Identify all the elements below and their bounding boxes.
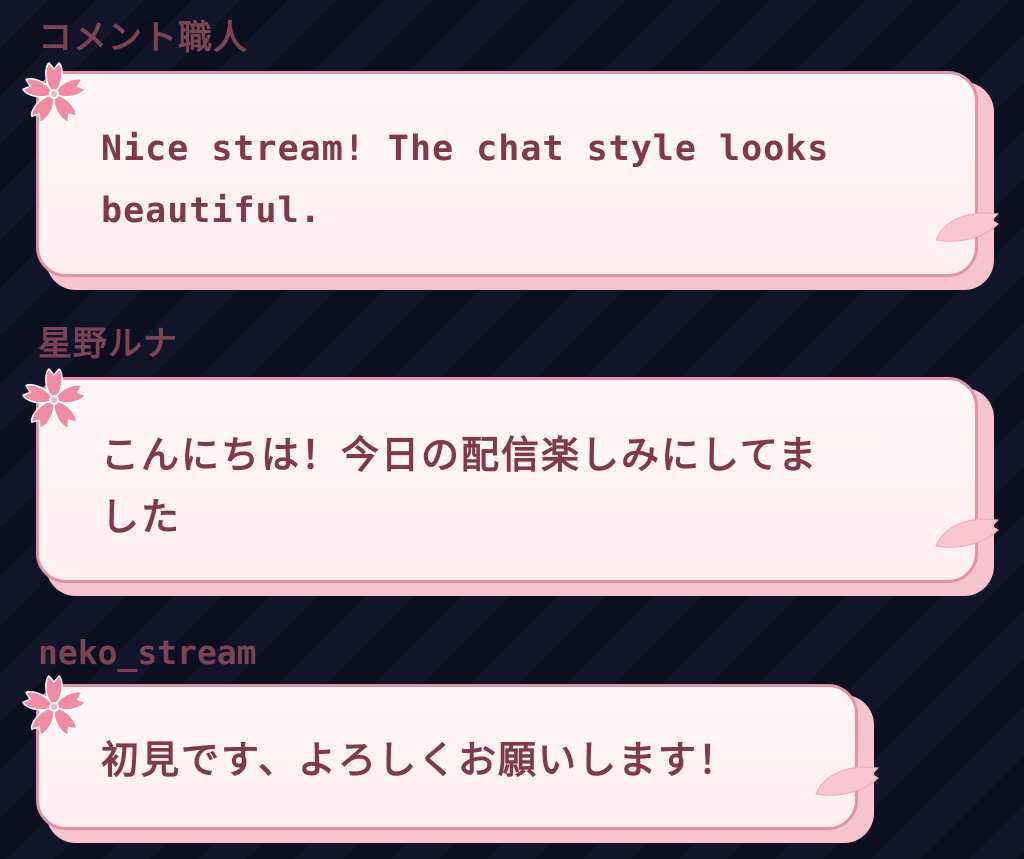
- message-bubble: 初見です、よろしくお願いします！: [36, 684, 858, 830]
- message-author: 星野ルナ: [38, 324, 178, 364]
- message-text-line: した: [101, 495, 182, 539]
- message-text-line: 初見です、よろしくお願いします！: [101, 738, 738, 782]
- message-author: コメント職人: [38, 18, 248, 58]
- message-author: neko_stream: [38, 633, 257, 672]
- chat-list: コメント職人 Nice stream! The chat style looks…: [0, 0, 1024, 859]
- message-text-line: こんにちは！今日の配信楽しみにしてま: [101, 433, 818, 477]
- cherry-blossom-icon: [22, 367, 86, 429]
- sakura-petal-icon: [935, 518, 1000, 548]
- cherry-blossom-icon: [22, 674, 86, 736]
- message-text: 初見です、よろしくお願いします！: [101, 729, 738, 791]
- message-text-line: Nice stream! The chat style looks: [101, 129, 830, 169]
- message-bubble: Nice stream! The chat style looks beauti…: [36, 71, 978, 277]
- message-text-line: beautiful.: [101, 191, 322, 231]
- message-text: こんにちは！今日の配信楽しみにしてま した: [101, 424, 818, 548]
- sakura-petal-icon: [815, 766, 880, 796]
- message-text: Nice stream! The chat style looks beauti…: [101, 118, 829, 242]
- cherry-blossom-icon: [22, 61, 86, 123]
- sakura-petal-icon: [935, 212, 1000, 242]
- message-bubble: こんにちは！今日の配信楽しみにしてま した: [36, 377, 978, 583]
